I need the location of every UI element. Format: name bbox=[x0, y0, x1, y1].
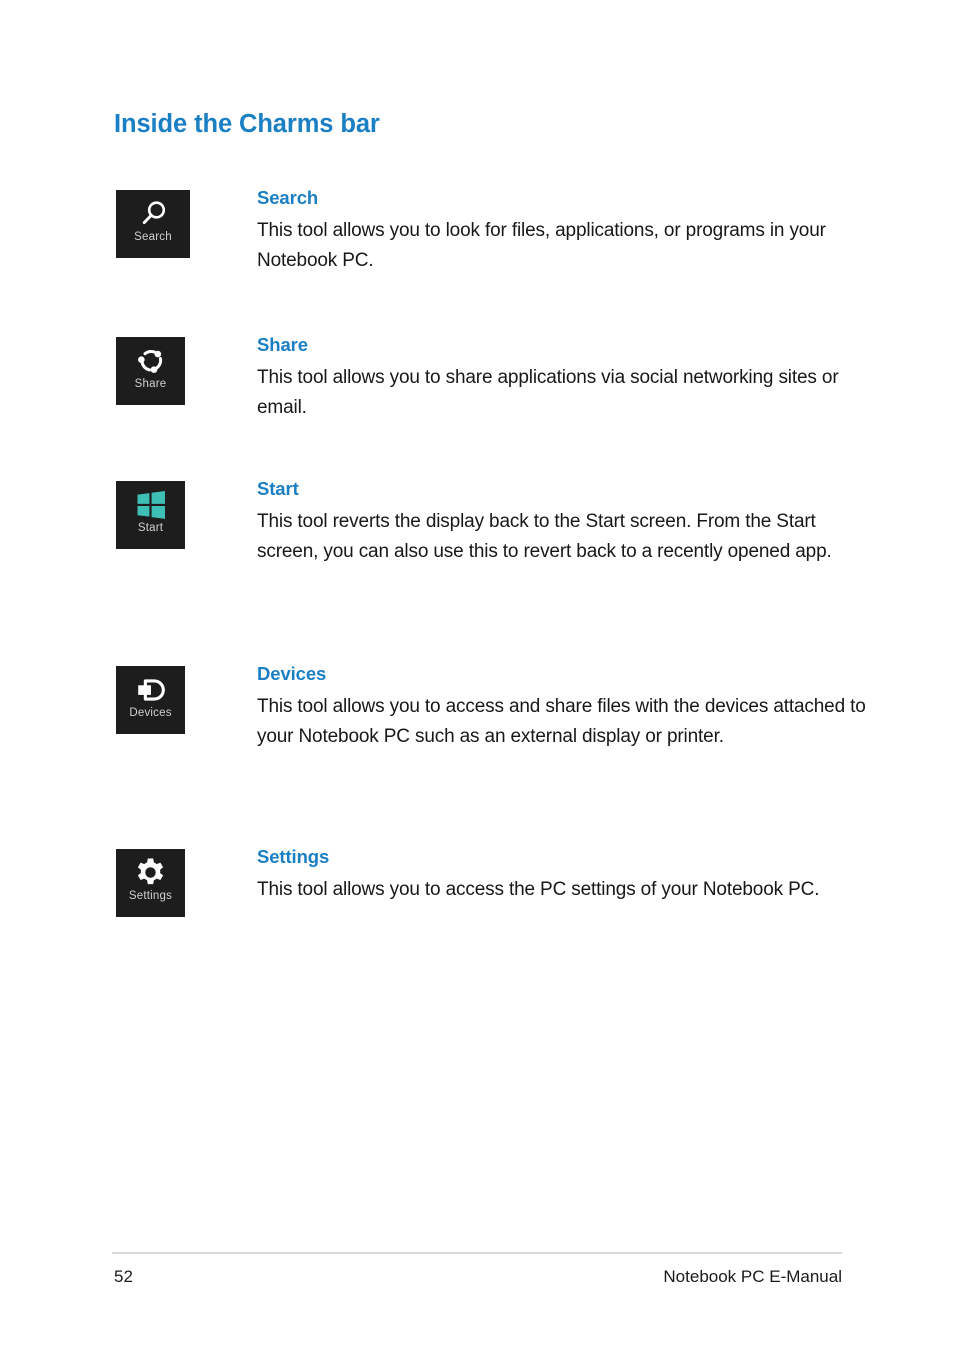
charm-text-search: Search This tool allows you to look for … bbox=[257, 186, 867, 276]
charm-tile-settings: Settings bbox=[116, 849, 185, 917]
footer-divider bbox=[112, 1252, 842, 1254]
charm-tile-label: Settings bbox=[128, 890, 173, 902]
charm-text-devices: Devices This tool allows you to access a… bbox=[257, 662, 867, 752]
charm-text-share: Share This tool allows you to share appl… bbox=[257, 333, 867, 423]
charm-text-settings: Settings This tool allows you to access … bbox=[257, 845, 867, 905]
charm-text-start: Start This tool reverts the display back… bbox=[257, 477, 867, 567]
search-icon bbox=[116, 190, 190, 232]
charm-tile-label: Start bbox=[137, 522, 164, 534]
charm-tile-label: Devices bbox=[129, 707, 172, 719]
charm-description: This tool allows you to access the PC se… bbox=[257, 879, 820, 901]
charm-description: This tool allows you to access and share… bbox=[257, 696, 866, 748]
charm-tile-share: Share bbox=[116, 337, 185, 405]
charm-description: This tool allows you to look for files, … bbox=[257, 220, 826, 272]
charm-tile-devices: Devices bbox=[116, 666, 185, 734]
charm-tile-label: Share bbox=[134, 378, 167, 390]
charm-description: This tool reverts the display back to th… bbox=[257, 511, 832, 563]
footer-document-title: Notebook PC E-Manual bbox=[663, 1267, 842, 1286]
start-windows-logo-icon bbox=[116, 481, 185, 523]
charm-title: Devices bbox=[257, 663, 327, 684]
charm-tile-search: Search bbox=[116, 190, 190, 258]
charm-tile-start: Start bbox=[116, 481, 185, 549]
settings-gear-icon bbox=[116, 849, 185, 891]
charm-title: Start bbox=[257, 478, 299, 499]
charm-title: Settings bbox=[257, 846, 330, 867]
page-title: Inside the Charms bar bbox=[114, 110, 380, 138]
share-icon bbox=[116, 337, 185, 379]
charm-title: Search bbox=[257, 187, 319, 208]
devices-icon bbox=[116, 666, 185, 708]
charm-title: Share bbox=[257, 334, 308, 355]
charm-description: This tool allows you to share applicatio… bbox=[257, 367, 839, 419]
manual-page: Inside the Charms bar Search Search This… bbox=[0, 0, 954, 1345]
charm-tile-label: Search bbox=[134, 231, 172, 243]
footer-page-number: 52 bbox=[114, 1267, 133, 1286]
